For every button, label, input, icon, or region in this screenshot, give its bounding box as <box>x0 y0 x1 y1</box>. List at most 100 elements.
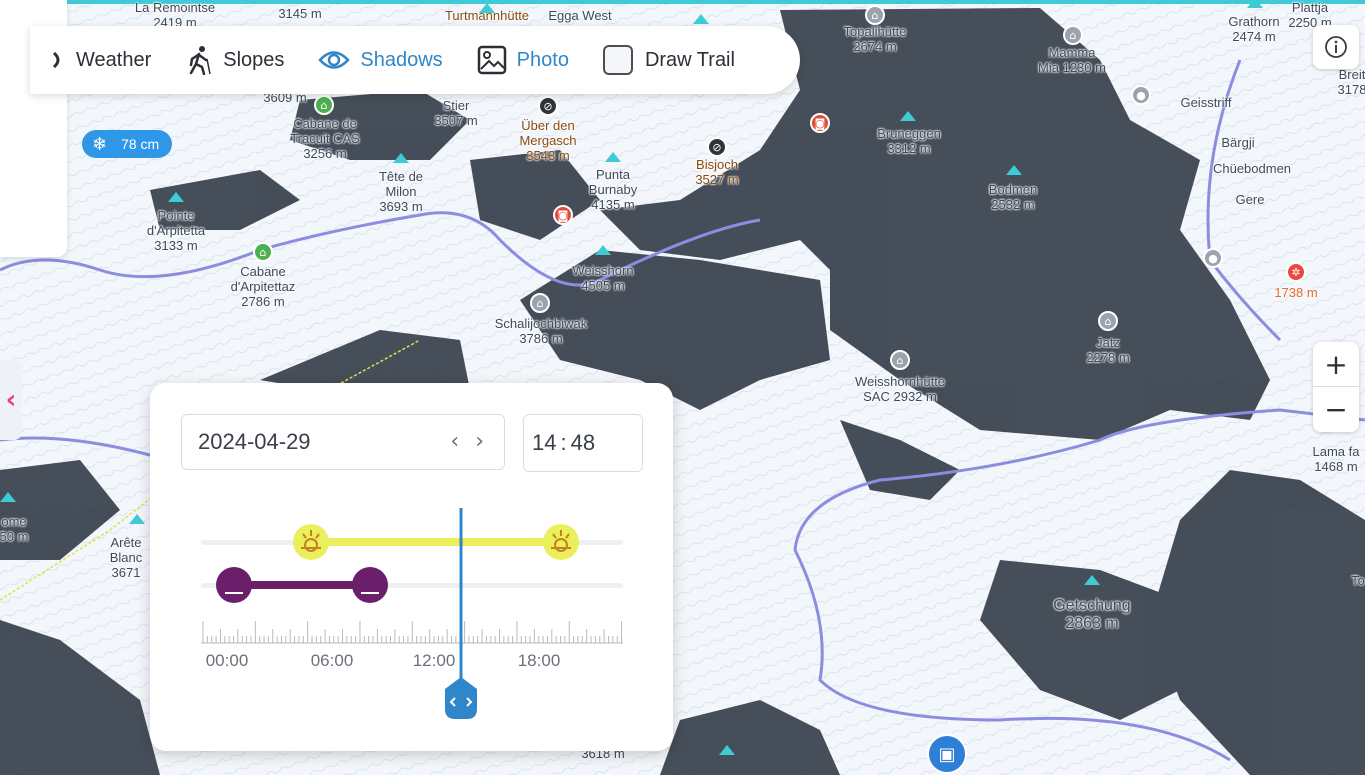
map-place-label[interactable]: Jatz 2278 m <box>1086 335 1129 365</box>
eye-icon <box>318 49 351 71</box>
date-value: 2024-04-29 <box>198 429 311 454</box>
next-day-button[interactable]: › <box>475 429 484 454</box>
chevron-left-icon: ‹ <box>5 385 17 415</box>
tick-label-0000: 00:00 <box>205 651 249 670</box>
time-hours: 14 <box>532 430 557 455</box>
camera-icon[interactable]: ◙ <box>553 205 573 225</box>
tick-label-1800: 18:00 <box>517 651 561 670</box>
map-place-label[interactable]: Breit 3178 <box>1338 67 1365 97</box>
date-picker[interactable]: 2024-04-29 ‹ › <box>181 414 505 470</box>
peak-marker-icon[interactable] <box>168 192 184 202</box>
peak-marker-icon[interactable] <box>129 514 145 524</box>
map-place-label[interactable]: Grathorn 2474 m <box>1228 14 1279 44</box>
map-place-label[interactable]: Cabane d'Arpitettaz 2786 m <box>231 264 296 309</box>
map-place-label[interactable]: Getschung 2863 m <box>1053 597 1130 633</box>
hut-icon[interactable]: ⌂ <box>1063 25 1083 45</box>
peak-marker-icon[interactable] <box>1247 0 1263 8</box>
station-icon[interactable]: ● <box>1203 248 1223 268</box>
shadows-label: Shadows <box>360 48 443 71</box>
hut-icon[interactable]: ⌂ <box>865 5 885 25</box>
cabin-icon[interactable]: ⌂ <box>253 242 273 262</box>
peak-marker-icon[interactable] <box>0 492 16 502</box>
slopes-label: Slopes <box>223 48 285 71</box>
map-place-label[interactable]: Cabane de Tracuit CAS 3256 m <box>290 116 360 161</box>
pass-icon[interactable]: ⊘ <box>538 96 558 116</box>
map-place-label[interactable]: Topalihütte 2674 m <box>844 24 907 54</box>
time-slider-handle <box>445 677 477 719</box>
map-layer-toolbar: Weather Slopes Shadows Photo Draw Trail <box>30 26 800 94</box>
map-place-label[interactable]: Pointe d'Arpitetta 3133 m <box>147 208 205 253</box>
collapse-panel-button[interactable]: ‹ <box>0 360 22 440</box>
photo-toggle[interactable]: Photo <box>477 45 569 75</box>
moonrise-icon <box>216 567 252 603</box>
map-place-label[interactable]: ome 50 m <box>0 514 28 544</box>
map-place-label[interactable]: 3145 m <box>278 6 321 21</box>
weather-label: Weather <box>76 48 152 71</box>
map-place-label[interactable]: To <box>1351 573 1365 588</box>
map-place-label[interactable]: Bodmen 2532 m <box>989 182 1037 212</box>
draw-trail-toggle[interactable]: Draw Trail <box>602 45 735 75</box>
map-place-label[interactable]: Weisshornhütte SAC 2932 m <box>855 374 945 404</box>
map-place-label[interactable]: Bisjoch 3527 m <box>695 157 738 187</box>
viewpoint-icon[interactable]: ✲ <box>1286 262 1306 282</box>
draw-trail-label: Draw Trail <box>644 48 735 71</box>
weather-icon <box>52 49 66 71</box>
info-button[interactable] <box>1313 25 1359 69</box>
peak-marker-icon[interactable] <box>595 245 611 255</box>
snowflake-icon: ❄ <box>92 133 108 155</box>
map-place-label[interactable]: 1738 m <box>1274 285 1317 300</box>
station-icon[interactable]: ● <box>1131 85 1151 105</box>
map-place-label[interactable]: Punta Burnaby 4135 m <box>589 167 637 212</box>
moonset-icon <box>352 567 388 603</box>
map-place-label[interactable]: Schalijochbiwak 3786 m <box>495 316 588 346</box>
zoom-controls: + − <box>1313 342 1359 432</box>
shadows-toggle[interactable]: Shadows <box>318 48 443 72</box>
day-timeline[interactable] <box>150 483 673 743</box>
peak-marker-icon[interactable] <box>1084 575 1100 585</box>
map-place-label[interactable]: Chüebodmen <box>1213 161 1291 176</box>
peak-marker-icon[interactable] <box>1006 165 1022 175</box>
time-minutes: 48 <box>570 430 596 455</box>
map-place-label[interactable]: Über den Mergasch 3543 m <box>519 118 576 163</box>
map-place-label[interactable]: Weisshorn 4505 m <box>572 263 633 293</box>
map-place-label[interactable]: Egga West <box>548 8 611 23</box>
map-place-label[interactable]: Lama fa 1468 m <box>1313 444 1360 474</box>
shadow-time-panel: 2024-04-29 ‹ › 14 : 48 00:00 06:00 12:00… <box>150 383 673 751</box>
map-place-label[interactable]: Tête de Milon 3693 m <box>379 169 423 214</box>
peak-marker-icon[interactable] <box>900 111 916 121</box>
map-place-label[interactable]: Stier 3507 m <box>434 98 477 128</box>
cabin-icon[interactable]: ⌂ <box>314 95 334 115</box>
peak-marker-icon[interactable] <box>479 3 495 13</box>
camera-icon[interactable]: ◙ <box>810 113 830 133</box>
map-place-label[interactable]: Bärgji <box>1221 135 1254 150</box>
bus-stop-icon[interactable]: ▣ <box>927 734 967 774</box>
pass-icon[interactable]: ⊘ <box>707 137 727 157</box>
time-input[interactable]: 14 : 48 <box>523 414 643 472</box>
hut-icon[interactable]: ⌂ <box>890 350 910 370</box>
peak-marker-icon[interactable] <box>719 745 735 755</box>
snow-depth-value: 78 cm <box>121 136 160 152</box>
hut-icon[interactable]: ⌂ <box>1098 311 1118 331</box>
draw-trail-checkbox[interactable] <box>602 45 633 75</box>
peak-marker-icon[interactable] <box>393 153 409 163</box>
slopes-toggle[interactable]: Slopes <box>185 45 284 75</box>
zoom-in-button[interactable]: + <box>1313 342 1359 387</box>
snow-depth-badge[interactable]: ❄ 78 cm <box>82 130 172 158</box>
map-place-label[interactable]: Geisstriff <box>1180 95 1231 110</box>
sunrise-icon <box>293 524 329 560</box>
map-place-label[interactable]: Gere <box>1236 192 1265 207</box>
hut-icon[interactable]: ⌂ <box>530 293 550 313</box>
zoom-out-button[interactable]: − <box>1313 387 1359 432</box>
map-place-label[interactable]: Mamma Mia 1230 m <box>1038 45 1106 75</box>
moon-visible-bar <box>234 581 370 589</box>
photo-icon <box>477 45 507 75</box>
weather-toggle[interactable]: Weather <box>52 49 151 72</box>
peak-marker-icon[interactable] <box>605 152 621 162</box>
peak-marker-icon[interactable] <box>693 14 709 24</box>
map-place-label[interactable]: Bruneggen 3312 m <box>877 126 941 156</box>
map-place-label[interactable]: Arête Blanc 3671 <box>110 535 143 580</box>
previous-day-button[interactable]: ‹ <box>450 429 459 454</box>
photo-label: Photo <box>516 48 569 71</box>
info-icon <box>1325 36 1347 58</box>
sun-daylight-bar <box>311 538 561 546</box>
